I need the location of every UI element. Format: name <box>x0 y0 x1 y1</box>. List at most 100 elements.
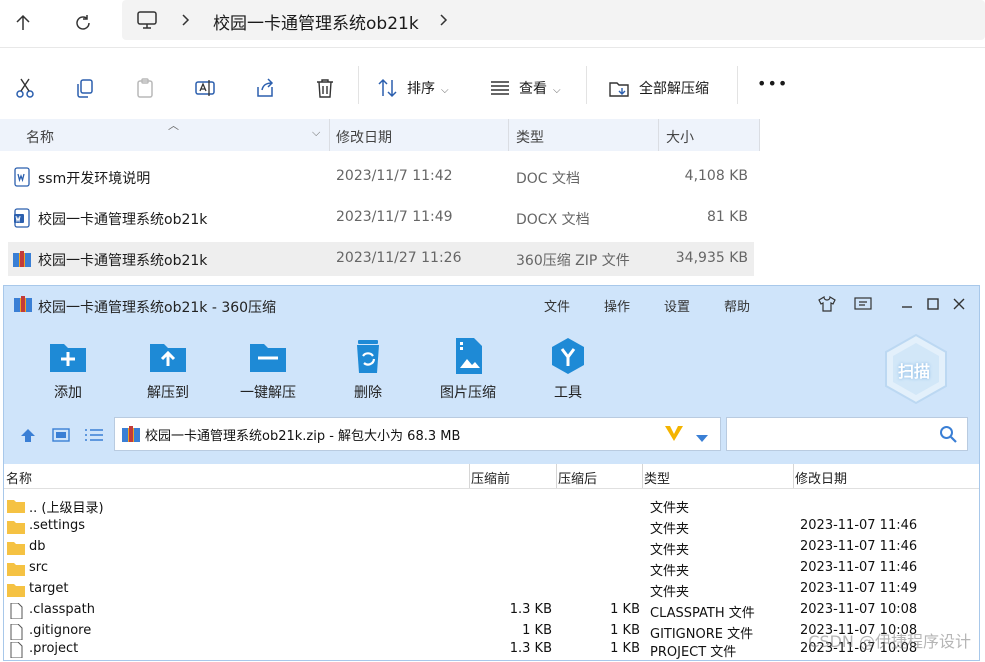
view-label: 查看 <box>519 81 547 97</box>
item-type: 文件夹 <box>650 522 690 537</box>
menu-operate[interactable]: 操作 <box>604 296 630 315</box>
divider[interactable] <box>642 464 643 488</box>
chevron-down-icon: ⌵ <box>441 85 449 96</box>
delete-button[interactable]: 删除 <box>328 336 408 402</box>
chevron-right-icon <box>180 12 192 31</box>
column-name[interactable]: 名称 <box>26 127 54 147</box>
window-title: 校园一卡通管理系统ob21k - 360压缩 <box>38 300 277 316</box>
path-field[interactable]: 校园一卡通管理系统ob21k.zip - 解包大小为 68.3 MB <box>114 417 721 451</box>
breadcrumb-folder[interactable]: 校园一卡通管理系统ob21k <box>213 9 419 34</box>
watermark: CSDN @伊捷程序设计 <box>808 632 971 651</box>
view-icon[interactable] <box>488 76 512 100</box>
file-type: 360压缩 ZIP 文件 <box>516 253 630 269</box>
item-name: src <box>29 560 48 575</box>
column-after[interactable]: 压缩后 <box>558 468 597 487</box>
search-input[interactable] <box>726 417 968 451</box>
up-level-icon[interactable] <box>19 427 37 447</box>
one-click-extract-button[interactable]: 一键解压 <box>228 336 308 402</box>
maximize-icon[interactable] <box>922 293 944 315</box>
divider[interactable] <box>329 119 330 151</box>
column-size[interactable]: 大小 <box>666 127 694 147</box>
image-compress-button[interactable]: 图片压缩 <box>428 336 508 402</box>
list-item[interactable]: .settings 文件夹 2023-11-07 11:46 <box>4 516 979 537</box>
add-icon <box>48 336 88 376</box>
rename-icon[interactable] <box>193 76 217 100</box>
divider[interactable] <box>658 119 659 151</box>
divider[interactable] <box>556 464 557 488</box>
column-type[interactable]: 类型 <box>516 127 544 147</box>
share-icon[interactable] <box>253 76 277 100</box>
word-docx-icon <box>12 208 32 228</box>
close-icon[interactable] <box>948 293 970 315</box>
file-row-selected[interactable]: 校园一卡通管理系统ob21k 2023/11/27 11:26 360压缩 ZI… <box>8 242 754 276</box>
column-modified[interactable]: 修改日期 <box>795 468 847 487</box>
zip-archive-icon <box>12 249 32 269</box>
dropdown-arrow-icon[interactable] <box>695 428 709 447</box>
sort-ascending-icon: ︿ <box>168 119 179 132</box>
zip-app-icon <box>13 295 33 313</box>
folder-icon <box>7 582 25 597</box>
file-row[interactable]: ssm开发环境说明 2023/11/7 11:42 DOC 文档 4,108 K… <box>8 160 754 194</box>
minimize-icon[interactable] <box>896 293 918 315</box>
chevron-down-icon[interactable]: ⌵ <box>312 126 320 140</box>
item-size-before: 1.3 KB <box>509 602 552 617</box>
more-button[interactable]: ••• <box>757 74 788 93</box>
file-modified: 2023/11/7 11:49 <box>336 209 453 225</box>
divider <box>586 66 587 104</box>
column-name[interactable]: 名称 <box>6 468 32 487</box>
sort-button[interactable]: 排序 ⌵ <box>407 78 449 98</box>
cut-icon[interactable] <box>13 76 37 100</box>
extract-to-button[interactable]: 解压到 <box>128 336 208 402</box>
list-item[interactable]: .. (上级目录) 文件夹 <box>4 495 979 516</box>
refresh-icon[interactable] <box>68 8 98 38</box>
file-row[interactable]: 校园一卡通管理系统ob21k 2023/11/7 11:49 DOCX 文档 8… <box>8 201 754 235</box>
sort-label: 排序 <box>407 81 435 97</box>
column-before[interactable]: 压缩前 <box>471 468 510 487</box>
recycle-bin-icon <box>348 336 388 376</box>
list-item[interactable]: src 文件夹 2023-11-07 11:46 <box>4 558 979 579</box>
divider[interactable] <box>508 119 509 151</box>
file-type: DOCX 文档 <box>516 212 590 228</box>
search-icon[interactable] <box>939 425 957 447</box>
chevron-right-icon[interactable] <box>438 12 450 31</box>
list-view-icon[interactable] <box>84 427 104 447</box>
item-name: db <box>29 539 46 554</box>
view-button[interactable]: 查看 ⌵ <box>519 78 561 98</box>
column-modified[interactable]: 修改日期 <box>336 127 392 147</box>
tools-label: 工具 <box>554 385 582 401</box>
feedback-icon[interactable] <box>852 293 874 315</box>
divider[interactable] <box>793 464 794 488</box>
paste-icon[interactable] <box>133 76 157 100</box>
divider[interactable] <box>469 464 470 488</box>
menu-settings[interactable]: 设置 <box>664 296 690 315</box>
command-bar: 排序 ⌵ 查看 ⌵ 全部解压缩 ••• <box>0 47 985 120</box>
verified-v-icon[interactable] <box>663 423 685 447</box>
one-click-extract-icon <box>248 336 288 376</box>
divider[interactable] <box>759 119 760 151</box>
tools-icon <box>548 336 588 376</box>
copy-icon[interactable] <box>73 76 97 100</box>
thumbnail-view-icon[interactable] <box>52 427 70 447</box>
list-item[interactable]: db 文件夹 2023-11-07 11:46 <box>4 537 979 558</box>
sort-icon[interactable] <box>376 76 400 100</box>
menu-help[interactable]: 帮助 <box>724 296 750 315</box>
up-arrow-icon[interactable] <box>8 8 38 38</box>
menu-file[interactable]: 文件 <box>544 296 570 315</box>
delete-icon[interactable] <box>313 76 337 100</box>
word-doc-icon <box>12 167 32 187</box>
extract-all-icon[interactable] <box>607 76 631 100</box>
list-item[interactable]: .classpath 1.3 KB 1 KB CLASSPATH 文件 2023… <box>4 600 979 621</box>
scan-label: 扫描 <box>898 362 931 381</box>
tools-button[interactable]: 工具 <box>528 336 608 402</box>
list-item[interactable]: target 文件夹 2023-11-07 11:49 <box>4 579 979 600</box>
skin-shirt-icon[interactable] <box>816 293 838 315</box>
add-button[interactable]: 添加 <box>28 336 108 402</box>
archive-list-header: 名称 压缩前 压缩后 类型 修改日期 <box>4 464 979 489</box>
item-size-before: 1 KB <box>522 623 552 638</box>
folder-icon <box>7 561 25 576</box>
extract-all-button[interactable]: 全部解压缩 <box>639 78 709 98</box>
file-modified: 2023/11/27 11:26 <box>336 250 462 266</box>
scan-button[interactable]: 扫描 <box>882 332 950 406</box>
computer-icon[interactable] <box>136 10 158 34</box>
column-type[interactable]: 类型 <box>644 468 670 487</box>
